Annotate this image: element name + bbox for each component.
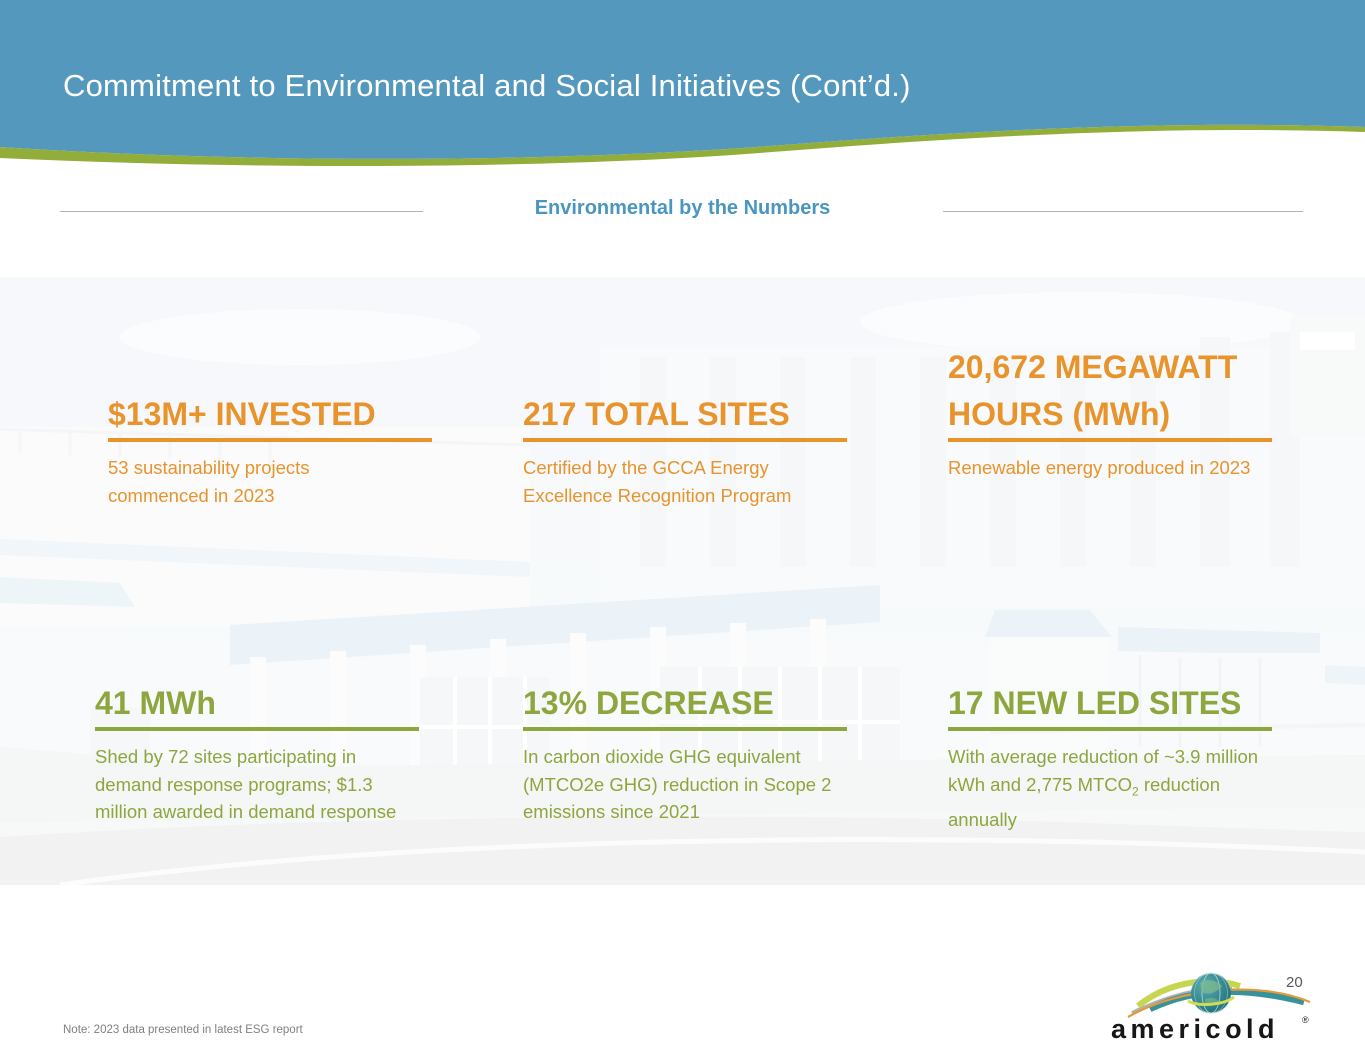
stat-underline [948,438,1272,442]
stat-ghg-decrease: 13% DECREASE In carbon dioxide GHG equiv… [523,676,883,826]
stat-underline [948,727,1272,731]
slide-title: Commitment to Environmental and Social I… [63,68,1263,104]
stat-underline [523,727,847,731]
section-heading: Environmental by the Numbers [0,197,1365,220]
stat-description: 53 sustainability projects commenced in … [108,454,468,509]
stat-description: With average reduction of ~3.9 million k… [948,743,1308,833]
footnote: Note: 2023 data presented in latest ESG … [63,1024,303,1036]
stat-megawatt-hours: 20,672 MEGAWATT HOURS (MWh) Renewable en… [948,344,1308,482]
stat-underline [95,727,419,731]
stat-underline [108,438,432,442]
stat-underline [523,438,847,442]
globe-icon [1191,973,1231,1013]
americold-logo: americold ® [1110,971,1320,1047]
stat-description: Renewable energy produced in 2023 [948,454,1308,482]
stat-value: 20,672 MEGAWATT [948,344,1308,391]
subscript-2: 2 [1132,784,1139,798]
stat-value: 217 TOTAL SITES [523,391,883,438]
stat-mwh-shed: 41 MWh Shed by 72 sites participating in… [95,676,455,826]
stat-value: 13% DECREASE [523,680,883,727]
registered-mark: ® [1302,1015,1309,1025]
stat-value: 17 NEW LED SITES [948,680,1308,727]
logo-wordmark: americold [1111,1014,1279,1044]
stat-description: Certified by the GCCA Energy Excellence … [523,454,883,509]
stat-value: HOURS (MWh) [948,391,1308,438]
section-divider-right [943,211,1303,212]
stat-total-sites: 217 TOTAL SITES Certified by the GCCA En… [523,344,883,509]
stat-description: Shed by 72 sites participating in demand… [95,743,455,826]
stat-description: In carbon dioxide GHG equivalent (MTCO2e… [523,743,883,826]
stat-new-led-sites: 17 NEW LED SITES With average reduction … [948,676,1308,833]
stat-invested: $13M+ INVESTED 53 sustainability project… [108,344,468,509]
stat-value: $13M+ INVESTED [108,391,468,438]
stat-value: 41 MWh [95,680,455,727]
